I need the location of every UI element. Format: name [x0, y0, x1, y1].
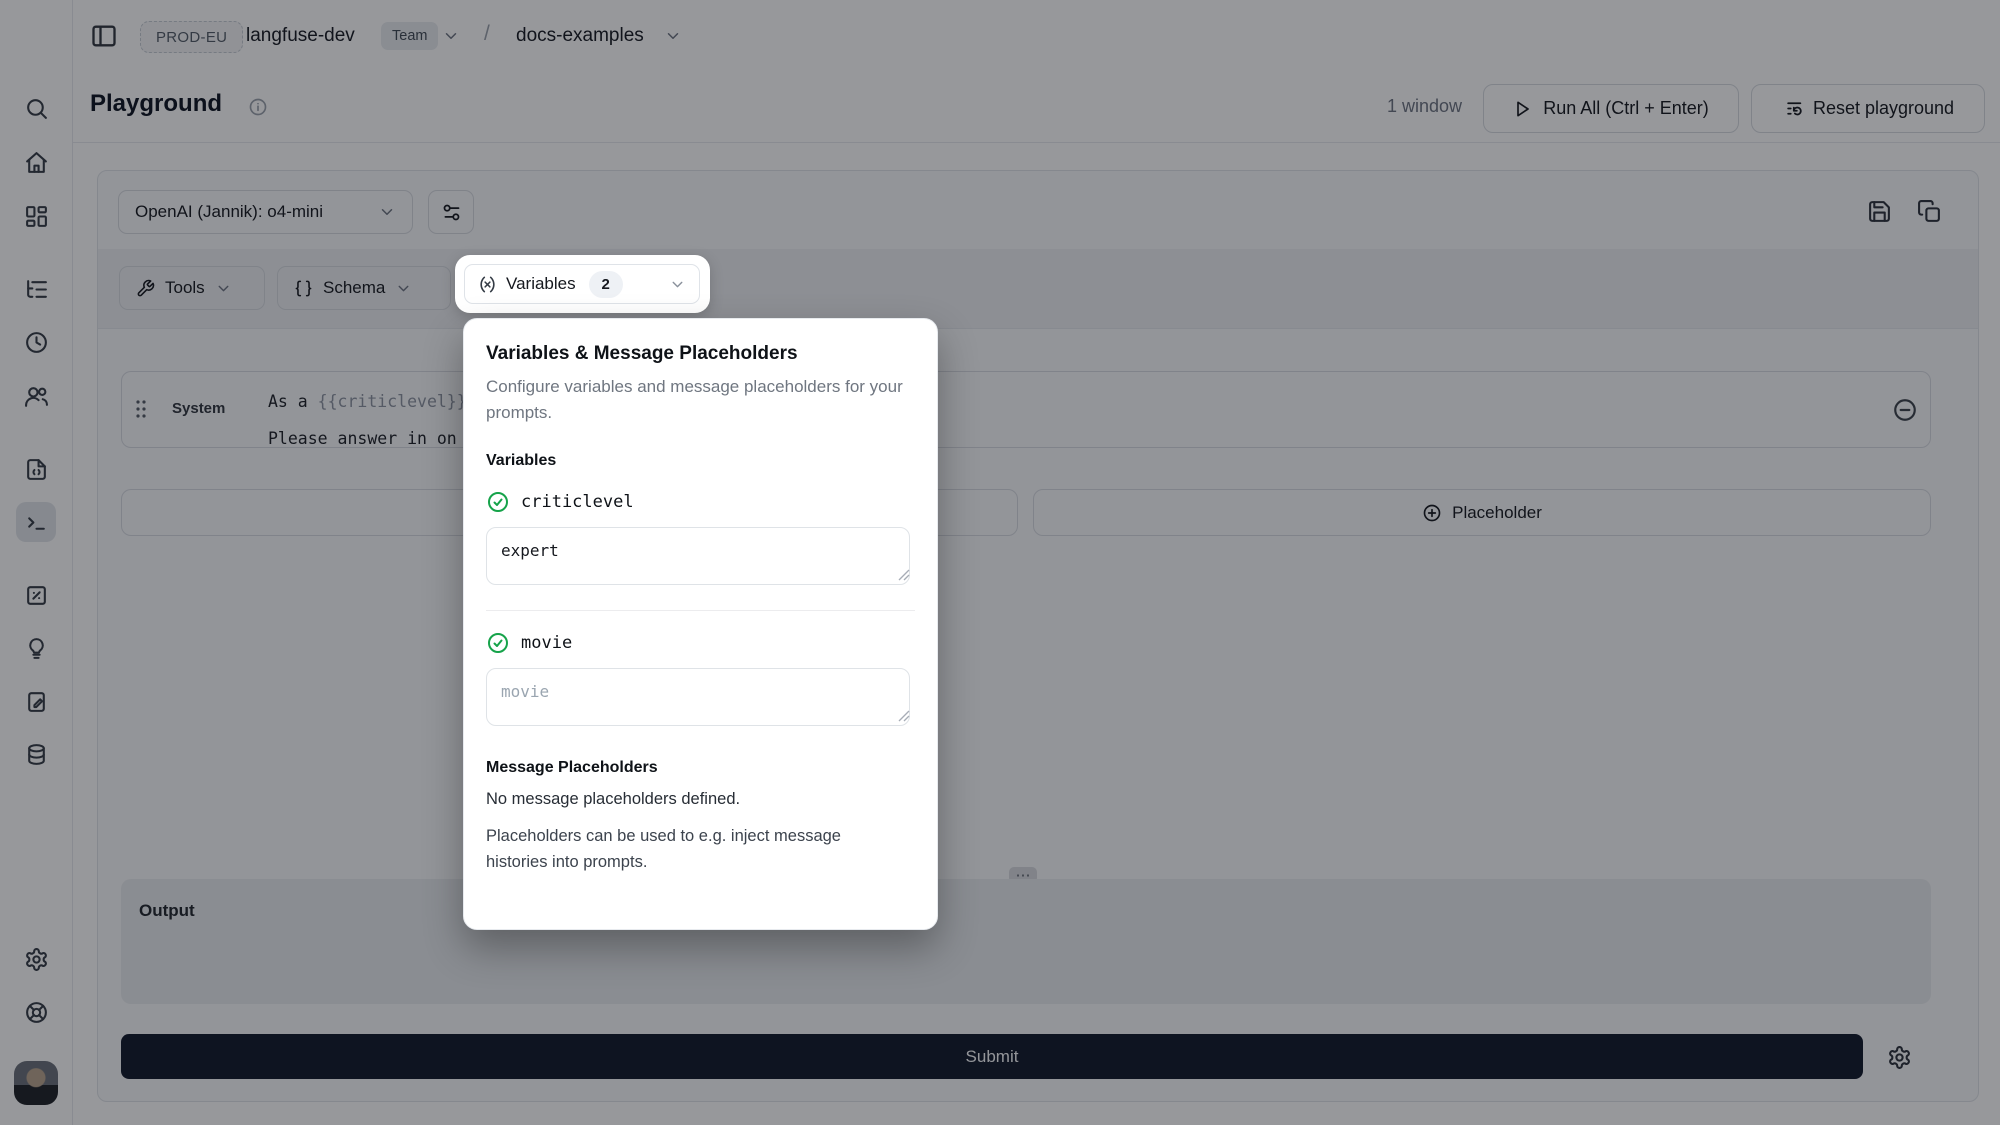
- variables-divider: [486, 610, 915, 611]
- variable-value-wrapper: [486, 668, 915, 731]
- resize-corner-icon[interactable]: [898, 569, 910, 581]
- placeholders-heading: Message Placeholders: [486, 759, 915, 777]
- playground-screen: PROD-EU langfuse-dev Team / docs-example…: [0, 0, 2000, 1125]
- modal-overlay[interactable]: [0, 0, 2000, 1125]
- chevron-down-icon: [669, 276, 686, 293]
- variables-popover: Variables & Message Placeholders Configu…: [463, 318, 938, 930]
- variables-heading: Variables: [486, 452, 915, 470]
- variable-value-input[interactable]: [486, 668, 910, 726]
- variable-item: movie: [486, 631, 915, 655]
- variable-name: criticlevel: [521, 492, 634, 512]
- circle-check-icon: [486, 631, 510, 655]
- variables-count-badge: 2: [589, 271, 623, 298]
- popover-description: Configure variables and message placehol…: [486, 374, 918, 426]
- variables-button-wrapper: Variables 2: [455, 255, 710, 313]
- popover-title: Variables & Message Placeholders: [486, 343, 915, 365]
- variable-icon: [478, 275, 497, 294]
- placeholders-hint-text: Placeholders can be used to e.g. inject …: [486, 823, 896, 875]
- variable-name: movie: [521, 633, 572, 653]
- variables-dropdown-button[interactable]: Variables 2: [464, 264, 700, 304]
- variable-value-wrapper: expert: [486, 527, 915, 590]
- variable-item: criticlevel: [486, 490, 915, 514]
- placeholders-empty-text: No message placeholders defined.: [486, 790, 915, 809]
- circle-check-icon: [486, 490, 510, 514]
- variables-label: Variables: [506, 274, 576, 294]
- resize-corner-icon[interactable]: [898, 710, 910, 722]
- variable-value-input[interactable]: expert: [486, 527, 910, 585]
